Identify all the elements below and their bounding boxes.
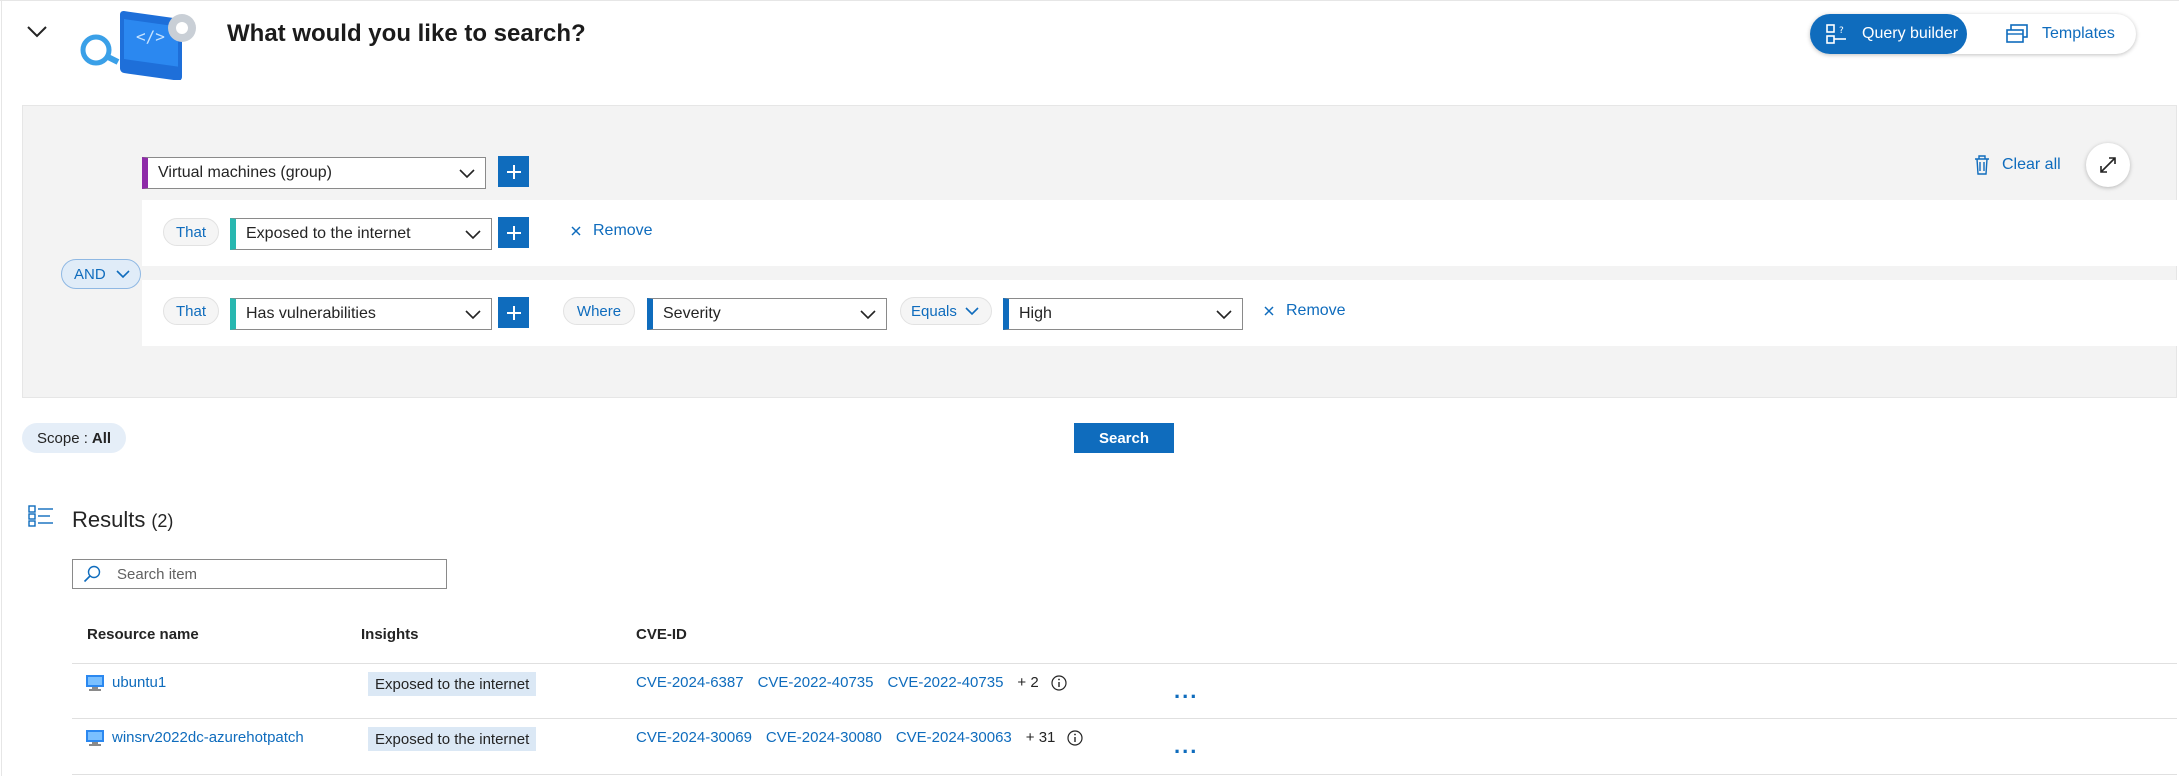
root-entity-select[interactable]: Virtual machines (group) — [142, 157, 486, 189]
resource-name-link[interactable]: ubuntu1 — [86, 674, 166, 691]
page-border-top — [0, 0, 2179, 1]
remove-label: Remove — [593, 222, 653, 239]
plus-icon — [506, 225, 521, 240]
row-more-button[interactable]: ... — [1174, 678, 1198, 704]
results-count: (2) — [151, 511, 174, 531]
info-icon[interactable] — [1067, 729, 1083, 746]
results-list-icon — [28, 505, 54, 532]
svg-text:</>: </> — [136, 27, 165, 46]
column-header-insights[interactable]: Insights — [361, 626, 419, 643]
property-select[interactable]: Severity — [647, 298, 887, 330]
clear-all-label: Clear all — [2002, 156, 2061, 173]
scope-label: Scope : — [37, 429, 88, 447]
insight-tag: Exposed to the internet — [368, 727, 537, 751]
virtual-machine-icon — [86, 674, 104, 691]
chevron-down-icon — [860, 310, 876, 320]
condition-value: Has vulnerabilities — [246, 305, 376, 322]
query-builder-label: Query builder — [1862, 25, 1959, 42]
operator-value: AND — [74, 265, 106, 283]
row-more-button[interactable]: ... — [1174, 733, 1198, 759]
search-button[interactable]: Search — [1074, 423, 1174, 453]
column-header-cve-id[interactable]: CVE-ID — [636, 626, 687, 643]
root-entity-value: Virtual machines (group) — [158, 164, 333, 181]
cve-more-count: + 2 — [1017, 674, 1039, 691]
comparison-operator-value: Equals — [911, 302, 957, 320]
resource-name: winsrv2022dc-azurehotpatch — [112, 729, 304, 746]
resource-name-link[interactable]: winsrv2022dc-azurehotpatch — [86, 729, 304, 746]
chevron-down-icon — [465, 230, 481, 240]
table-row: ubuntu1 Exposed to the internet CVE-2024… — [72, 663, 2177, 719]
cve-link[interactable]: CVE-2022-40735 — [758, 674, 874, 691]
close-icon — [1264, 306, 1274, 316]
cve-list: CVE-2024-6387 CVE-2022-40735 CVE-2022-40… — [636, 674, 1067, 691]
plus-icon — [506, 164, 521, 179]
query-builder-button[interactable]: ? Query builder — [1810, 14, 1967, 54]
scope-pill[interactable]: Scope : All — [22, 423, 126, 453]
results-search-box[interactable] — [72, 559, 447, 589]
results-title: Results (2) — [72, 507, 173, 533]
query-builder-panel: Virtual machines (group) Clear all That … — [22, 105, 2178, 398]
page-border-left — [1, 0, 2, 776]
cve-link[interactable]: CVE-2024-30069 — [636, 729, 752, 746]
close-icon — [571, 226, 581, 236]
chevron-down-icon — [1216, 310, 1232, 320]
cve-link[interactable]: CVE-2024-6387 — [636, 674, 744, 691]
connector-pill: That — [163, 218, 219, 246]
remove-condition-link[interactable]: Remove — [1264, 302, 1346, 320]
logical-operator-select[interactable]: AND — [61, 259, 141, 289]
plus-icon — [506, 305, 521, 320]
clear-all-link[interactable]: Clear all — [1974, 155, 2061, 175]
cve-list: CVE-2024-30069 CVE-2024-30080 CVE-2024-3… — [636, 729, 1083, 746]
value-select-value: High — [1019, 305, 1052, 322]
connector-pill: That — [163, 297, 219, 325]
cve-link[interactable]: CVE-2024-30063 — [896, 729, 1012, 746]
remove-label: Remove — [1286, 302, 1346, 319]
query-builder-icon: ? — [1826, 24, 1846, 44]
chevron-down-icon — [459, 169, 475, 179]
expand-icon — [2100, 157, 2116, 173]
cve-more-count: + 31 — [1025, 729, 1056, 746]
resource-name: ubuntu1 — [112, 674, 167, 691]
add-condition-button[interactable] — [498, 156, 529, 187]
expand-button[interactable] — [2086, 143, 2130, 187]
collapse-chevron-icon[interactable] — [24, 18, 50, 44]
add-sub-condition-button[interactable] — [498, 217, 529, 248]
comparison-operator-select[interactable]: Equals — [900, 297, 992, 325]
results-title-text: Results — [72, 507, 146, 532]
cve-link[interactable]: CVE-2022-40735 — [888, 674, 1004, 691]
trash-icon — [1975, 155, 1989, 175]
templates-label: Templates — [2042, 25, 2115, 42]
scope-value: All — [91, 429, 112, 447]
search-icon — [83, 565, 101, 583]
info-icon[interactable] — [1051, 674, 1067, 691]
condition-select[interactable]: Exposed to the internet — [230, 218, 492, 250]
remove-condition-link[interactable]: Remove — [571, 222, 653, 240]
templates-icon — [2006, 24, 2028, 43]
virtual-machine-icon — [86, 729, 104, 746]
value-select[interactable]: High — [1003, 298, 1243, 330]
cve-link[interactable]: CVE-2024-30080 — [766, 729, 882, 746]
condition-select[interactable]: Has vulnerabilities — [230, 298, 492, 330]
search-input[interactable] — [117, 565, 417, 583]
chevron-down-icon — [465, 310, 481, 320]
chevron-down-icon — [116, 270, 130, 279]
insight-tag: Exposed to the internet — [368, 672, 537, 696]
chevron-down-icon — [965, 307, 979, 316]
column-header-resource-name[interactable]: Resource name — [87, 626, 199, 643]
table-row: winsrv2022dc-azurehotpatch Exposed to th… — [72, 719, 2177, 775]
where-pill: Where — [563, 297, 635, 325]
templates-button[interactable]: Templates — [1992, 14, 2132, 54]
add-sub-condition-button[interactable] — [498, 297, 529, 328]
property-value: Severity — [663, 305, 721, 322]
mode-toggle: ? Query builder Templates — [1810, 14, 2136, 54]
svg-text:?: ? — [1839, 26, 1844, 36]
search-illustration-icon: </> — [74, 2, 206, 81]
page-title: What would you like to search? — [227, 20, 586, 47]
condition-value: Exposed to the internet — [246, 225, 411, 242]
